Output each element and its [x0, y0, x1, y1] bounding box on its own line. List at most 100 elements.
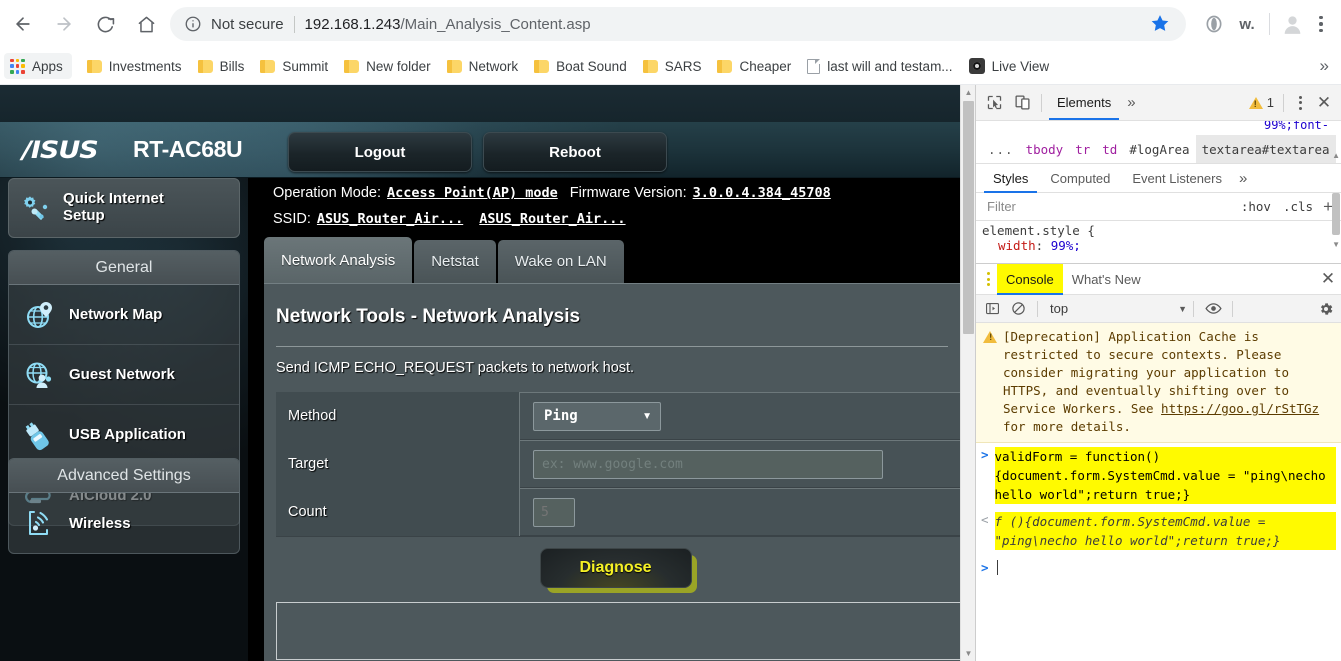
drawer-menu-button[interactable] [979, 264, 997, 295]
devtools-menu-button[interactable] [1289, 90, 1311, 116]
scroll-up-arrow-icon[interactable]: ▲ [961, 85, 975, 100]
method-select[interactable]: Ping ▼ [533, 401, 661, 431]
tab-whats-new[interactable]: What's New [1063, 264, 1150, 295]
style-property[interactable]: width [998, 238, 1036, 251]
tab-wake-on-lan[interactable]: Wake on LAN [497, 240, 624, 283]
breadcrumb-textarea[interactable]: textarea#textarea [1195, 135, 1336, 163]
devtools-close-icon[interactable]: ✕ [1311, 90, 1337, 116]
bookmark-last-will[interactable]: last will and testam... [799, 53, 960, 79]
styles-scrollbar-thumb[interactable] [1332, 193, 1340, 235]
count-input[interactable] [533, 497, 575, 527]
tab-console[interactable]: Console [997, 263, 1063, 295]
styles-filter-input[interactable] [980, 196, 1235, 217]
sidebar-item-guest-network[interactable]: Guest Network [9, 345, 239, 405]
breadcrumb-logarea[interactable]: #logArea [1123, 135, 1195, 163]
sidebar-item-network-map[interactable]: Network Map [9, 285, 239, 345]
camera-icon [968, 58, 985, 74]
warning-link[interactable]: https://goo.gl/rStTGz [1161, 401, 1319, 416]
bookmark-network[interactable]: Network [439, 53, 527, 79]
guest-network-icon [23, 358, 57, 392]
diagnose-button[interactable]: Diagnose [539, 547, 692, 588]
styles-scrollbar[interactable]: ▲ ▼ [1330, 121, 1341, 251]
log-area-textarea[interactable] [276, 602, 962, 660]
router-model-label: RT-AC68U [133, 136, 243, 162]
bookmarks-overflow-button[interactable]: » [1320, 56, 1329, 76]
console-output-code[interactable]: f (){document.form.SystemCmd.value = "pi… [994, 512, 1336, 550]
cls-button[interactable]: .cls [1277, 199, 1319, 214]
device-toolbar-icon[interactable] [1008, 90, 1036, 116]
scrollbar-thumb[interactable] [963, 101, 974, 334]
console-input-code[interactable]: validForm = function(){document.form.Sys… [994, 447, 1336, 504]
breadcrumb-tr[interactable]: tr [1069, 135, 1096, 163]
styles-more-tabs[interactable]: » [1233, 170, 1253, 187]
quick-internet-setup-button[interactable]: Quick Internet Setup [8, 178, 240, 238]
tab-event-listeners[interactable]: Event Listeners [1121, 164, 1233, 193]
chrome-menu-button[interactable] [1307, 8, 1335, 40]
operation-mode-value[interactable]: Access Point(AP) mode [387, 185, 558, 201]
bookmark-star-icon[interactable] [1150, 13, 1172, 35]
toolbar-divider [1041, 93, 1042, 112]
devtools-more-tabs[interactable]: » [1121, 94, 1141, 111]
operation-mode-label: Operation Mode: [273, 185, 382, 201]
breadcrumb-tbody[interactable]: tbody [1020, 135, 1070, 163]
style-declaration: width: 99%; [998, 238, 1081, 251]
logout-button[interactable]: Logout [288, 132, 472, 172]
opera-extension-icon[interactable] [1199, 9, 1229, 39]
settings-gear-icon[interactable] [1313, 297, 1339, 321]
styles-scroll-down-icon[interactable]: ▼ [1332, 240, 1340, 249]
home-button[interactable] [128, 6, 164, 42]
toolbar-divider [1269, 13, 1270, 35]
apps-shortcut[interactable]: Apps [4, 53, 72, 79]
drawer-close-icon[interactable]: ✕ [1314, 264, 1341, 295]
styles-scroll-up-icon[interactable]: ▲ [1332, 151, 1340, 160]
toolbar-divider [1283, 93, 1284, 112]
breadcrumb-ellipsis[interactable]: ... [982, 135, 1020, 163]
breadcrumb-td[interactable]: td [1096, 135, 1123, 163]
bookmark-live-view[interactable]: Live View [961, 53, 1058, 79]
sidebar-item-usb-application[interactable]: USB Application [9, 405, 239, 465]
bookmark-investments[interactable]: Investments [79, 53, 190, 79]
reboot-button[interactable]: Reboot [483, 132, 667, 172]
bookmarks-bar: Apps Investments Bills Summit New folder… [0, 48, 1341, 85]
back-button[interactable] [5, 6, 41, 42]
bookmark-summit[interactable]: Summit [252, 53, 336, 79]
router-sidebar: Quick Internet Setup General Network Map… [0, 178, 248, 661]
reload-button[interactable] [87, 6, 123, 42]
console-message-input: > validForm = function(){document.form.S… [976, 443, 1341, 508]
hov-button[interactable]: :hov [1235, 199, 1277, 214]
bookmark-boat-sound[interactable]: Boat Sound [526, 53, 635, 79]
page-scrollbar[interactable]: ▲ ▼ [960, 85, 975, 661]
firmware-label: Firmware Version: [569, 185, 687, 201]
url-path: /Main_Analysis_Content.asp [400, 15, 591, 33]
bookmark-sars[interactable]: SARS [635, 53, 710, 79]
inspect-element-icon[interactable] [980, 90, 1008, 116]
live-expression-icon[interactable] [1200, 297, 1226, 321]
tab-network-analysis[interactable]: Network Analysis [264, 237, 413, 283]
forward-button[interactable] [46, 6, 82, 42]
tab-styles[interactable]: Styles [982, 164, 1039, 193]
tab-elements[interactable]: Elements [1047, 86, 1121, 120]
sidebar-item-wireless[interactable]: Wireless [9, 493, 239, 553]
firmware-value[interactable]: 3.0.0.4.384_45708 [693, 185, 831, 201]
warning-badge[interactable]: 1 [1248, 95, 1278, 110]
profile-avatar[interactable] [1277, 9, 1307, 39]
scroll-down-arrow-icon[interactable]: ▼ [961, 646, 975, 661]
method-field-cell: Ping ▼ [520, 392, 971, 440]
w-extension-icon[interactable]: w. [1232, 9, 1262, 39]
execution-context-selector[interactable]: top ▼ [1050, 301, 1187, 316]
ssid-value-2[interactable]: ASUS_Router_Air... [479, 211, 625, 227]
style-value[interactable]: 99%; [1051, 238, 1081, 251]
tab-computed[interactable]: Computed [1039, 164, 1121, 193]
site-info-icon[interactable] [184, 15, 202, 33]
tab-netstat[interactable]: Netstat [414, 240, 496, 283]
console-prompt-row[interactable]: > [976, 554, 1341, 579]
address-bar[interactable]: Not secure 192.168.1.243/Main_Analysis_C… [170, 7, 1186, 41]
console-sidebar-icon[interactable] [979, 297, 1005, 321]
ssid-value-1[interactable]: ASUS_Router_Air... [317, 211, 463, 227]
bookmark-cheaper[interactable]: Cheaper [709, 53, 799, 79]
sidebar-group-advanced: Advanced Settings Wireless [8, 458, 240, 554]
clear-console-icon[interactable] [1005, 297, 1031, 321]
target-input[interactable] [533, 449, 883, 479]
bookmark-new-folder[interactable]: New folder [336, 53, 439, 79]
bookmark-bills[interactable]: Bills [190, 53, 253, 79]
